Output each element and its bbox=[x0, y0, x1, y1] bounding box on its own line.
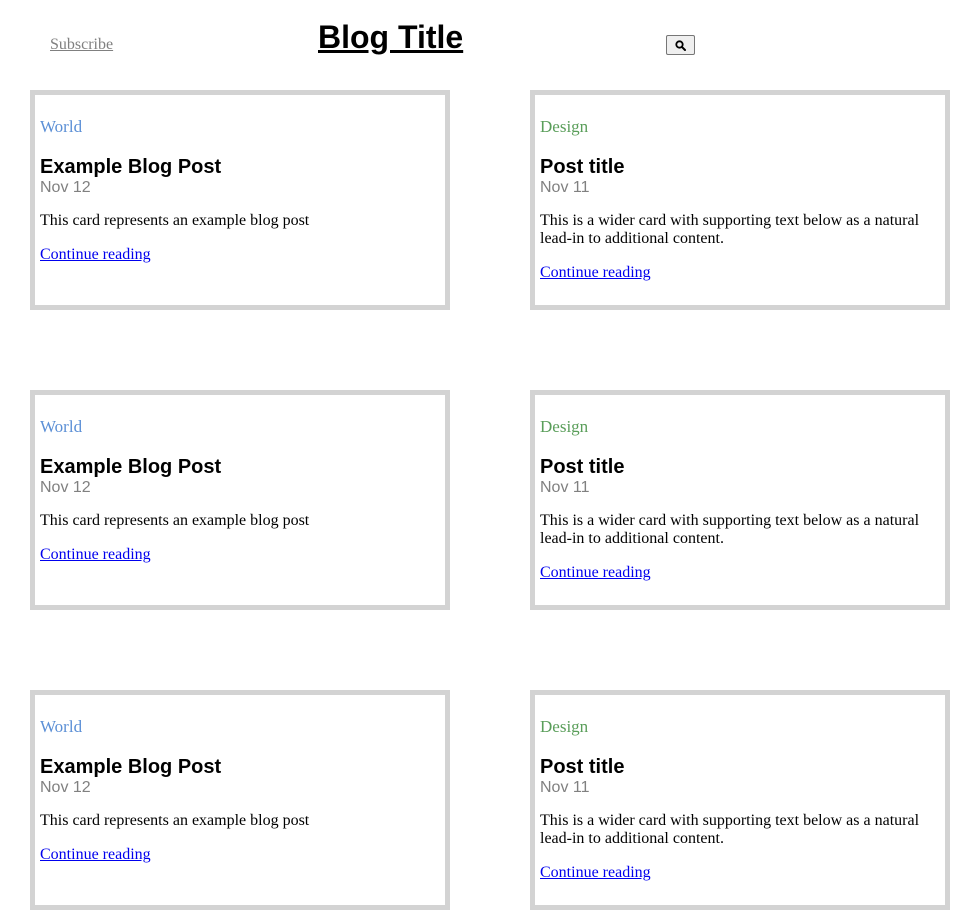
blog-card: World Example Blog Post Nov 12 This card… bbox=[30, 90, 450, 310]
card-text: This is a wider card with supporting tex… bbox=[540, 212, 920, 247]
card-category[interactable]: Design bbox=[540, 717, 588, 737]
card-category[interactable]: Design bbox=[540, 117, 588, 137]
blog-title[interactable]: Blog Title bbox=[318, 18, 463, 56]
card-title: Example Blog Post bbox=[40, 756, 222, 778]
card-date: Nov 11 bbox=[540, 779, 590, 796]
search-button[interactable] bbox=[666, 35, 695, 55]
card-text: This is a wider card with supporting tex… bbox=[540, 512, 920, 547]
card-category[interactable]: World bbox=[40, 117, 82, 137]
blog-card: World Example Blog Post Nov 12 This card… bbox=[30, 690, 450, 910]
card-category[interactable]: Design bbox=[540, 417, 588, 437]
card-date: Nov 12 bbox=[40, 179, 91, 196]
site-header: Subscribe Blog Title bbox=[0, 0, 970, 80]
card-title: Example Blog Post bbox=[40, 456, 222, 478]
card-title: Post title bbox=[540, 756, 625, 778]
card-title: Example Blog Post bbox=[40, 156, 222, 178]
continue-reading-link[interactable]: Continue reading bbox=[540, 864, 651, 882]
card-text: This card represents an example blog pos… bbox=[40, 212, 310, 229]
card-title: Post title bbox=[540, 456, 625, 478]
blog-card: Design Post title Nov 11 This is a wider… bbox=[530, 690, 950, 910]
blog-card: Design Post title Nov 11 This is a wider… bbox=[530, 390, 950, 610]
subscribe-link[interactable]: Subscribe bbox=[50, 36, 113, 54]
card-category[interactable]: World bbox=[40, 417, 82, 437]
card-text: This card represents an example blog pos… bbox=[40, 512, 310, 529]
continue-reading-link[interactable]: Continue reading bbox=[540, 264, 651, 282]
continue-reading-link[interactable]: Continue reading bbox=[40, 846, 151, 864]
continue-reading-link[interactable]: Continue reading bbox=[40, 246, 151, 264]
card-date: Nov 12 bbox=[40, 479, 91, 496]
card-date: Nov 11 bbox=[540, 179, 590, 196]
card-text: This is a wider card with supporting tex… bbox=[540, 812, 920, 847]
card-date: Nov 11 bbox=[540, 479, 590, 496]
card-title: Post title bbox=[540, 156, 625, 178]
continue-reading-link[interactable]: Continue reading bbox=[40, 546, 151, 564]
card-date: Nov 12 bbox=[40, 779, 91, 796]
continue-reading-link[interactable]: Continue reading bbox=[540, 564, 651, 582]
card-category[interactable]: World bbox=[40, 717, 82, 737]
search-icon bbox=[675, 39, 686, 51]
card-text: This card represents an example blog pos… bbox=[40, 812, 310, 829]
blog-card: Design Post title Nov 11 This is a wider… bbox=[530, 90, 950, 310]
blog-card: World Example Blog Post Nov 12 This card… bbox=[30, 390, 450, 610]
